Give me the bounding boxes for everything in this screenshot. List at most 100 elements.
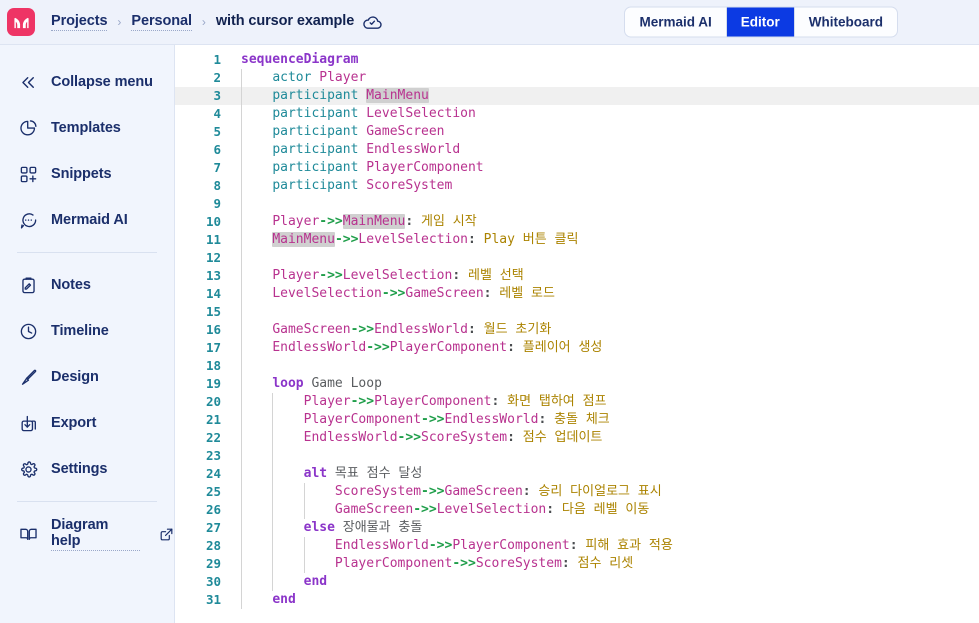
code-line[interactable]: 27 else 장애물과 충돌	[175, 519, 979, 537]
breadcrumb: Projects › Personal › with cursor exampl…	[51, 12, 383, 33]
code-line[interactable]: 28 EndlessWorld->>PlayerComponent: 피해 효과…	[175, 537, 979, 555]
code-line[interactable]: 4 participant LevelSelection	[175, 105, 979, 123]
code-line-content: alt 목표 점수 달성	[231, 465, 979, 483]
sidebar-item-snippets[interactable]: Snippets	[0, 151, 174, 197]
code-token: ->>	[350, 322, 375, 337]
sidebar-item-settings[interactable]: Settings	[0, 446, 174, 492]
code-token: :	[452, 268, 461, 283]
code-token: ->>	[413, 502, 437, 517]
code-line[interactable]: 18	[175, 357, 979, 375]
breadcrumb-item-projects[interactable]: Projects	[51, 13, 108, 31]
code-line[interactable]: 29 PlayerComponent->>ScoreSystem: 점수 리셋	[175, 555, 979, 573]
code-line-content: participant EndlessWorld	[231, 141, 979, 159]
code-token: LevelSelection	[436, 502, 547, 517]
code-editor[interactable]: 1 sequenceDiagram 2 actor Player 3 particip…	[175, 45, 979, 623]
code-token: 월드 초기화	[475, 322, 552, 337]
line-number: 27	[205, 520, 221, 535]
line-number: 4	[213, 106, 221, 121]
sidebar-item-mermaid-ai[interactable]: Mermaid AI	[0, 197, 174, 243]
code-line[interactable]: 12	[175, 249, 979, 267]
code-token: LevelSelection	[272, 286, 382, 301]
line-number: 12	[205, 250, 221, 265]
code-line-content: MainMenu->>LevelSelection: Play 버튼 클릭	[231, 231, 979, 249]
code-line-content: ScoreSystem->>GameScreen: 승리 다이얼로그 표시	[231, 483, 979, 501]
code-line[interactable]: 3 participant MainMenu	[175, 87, 979, 105]
code-line[interactable]: 13 Player->>LevelSelection: 레벨 선택	[175, 267, 979, 285]
code-line[interactable]: 31 end	[175, 591, 979, 609]
sidebar-item-label: Diagram help	[51, 517, 140, 551]
code-line[interactable]: 8 participant ScoreSystem	[175, 177, 979, 195]
tab-whiteboard[interactable]: Whiteboard	[795, 8, 897, 37]
code-token: 점수 업데이트	[514, 430, 603, 445]
code-line[interactable]: 30 end	[175, 573, 979, 591]
sidebar-item-diagram-help[interactable]: Diagram help	[0, 511, 174, 557]
sidebar-item-timeline[interactable]: Timeline	[0, 308, 174, 354]
code-line[interactable]: 9	[175, 195, 979, 213]
code-line[interactable]: 7 participant PlayerComponent	[175, 159, 979, 177]
code-line[interactable]: 25 ScoreSystem->>GameScreen: 승리 다이얼로그 표시	[175, 483, 979, 501]
line-number: 31	[205, 592, 221, 607]
tab-editor[interactable]: Editor	[726, 7, 795, 37]
code-line[interactable]: 21 PlayerComponent->>EndlessWorld: 충돌 체크	[175, 411, 979, 429]
code-line[interactable]: 22 EndlessWorld->>ScoreSystem: 점수 업데이트	[175, 429, 979, 447]
code-token: 레벨 선택	[460, 268, 524, 283]
code-token: PlayerComponent	[389, 340, 508, 355]
line-number: 8	[213, 178, 221, 193]
code-line[interactable]: 15	[175, 303, 979, 321]
code-line[interactable]: 6 participant EndlessWorld	[175, 141, 979, 159]
code-token: 점수 리셋	[569, 556, 634, 571]
code-line[interactable]: 23	[175, 447, 979, 465]
code-token: LevelSelection	[366, 106, 476, 121]
code-line[interactable]: 5 participant GameScreen	[175, 123, 979, 141]
code-line-content: actor Player	[231, 69, 979, 87]
mermaid-logo-icon[interactable]	[7, 8, 35, 36]
code-line[interactable]: 1 sequenceDiagram	[175, 51, 979, 69]
gear-icon	[17, 458, 39, 480]
code-token: GameScreen	[272, 322, 351, 337]
code-line-content: participant MainMenu	[231, 87, 979, 105]
code-line-content: Player->>PlayerComponent: 화면 탭하여 점프	[231, 393, 979, 411]
app-header: Projects › Personal › with cursor exampl…	[0, 0, 979, 45]
breadcrumb-item-personal[interactable]: Personal	[131, 13, 192, 31]
code-line[interactable]: 19 loop Game Loop	[175, 375, 979, 393]
tab-mermaid-ai[interactable]: Mermaid AI	[625, 7, 727, 37]
line-number: 5	[213, 124, 221, 139]
chevrons-left-icon	[17, 71, 39, 93]
code-line[interactable]: 14 LevelSelection->>GameScreen: 레벨 로드	[175, 285, 979, 303]
code-token: 화면 탭하여 점프	[499, 394, 607, 409]
chat-bubble-dots-icon	[17, 209, 39, 231]
sidebar-item-notes[interactable]: Notes	[0, 262, 174, 308]
sidebar-item-templates[interactable]: Templates	[0, 105, 174, 151]
code-token: ->>	[428, 538, 453, 553]
code-line[interactable]: 10 Player->>MainMenu: 게임 시작	[175, 213, 979, 231]
code-line-content: EndlessWorld->>PlayerComponent: 피해 효과 적용	[231, 537, 979, 555]
export-download-icon	[17, 412, 39, 434]
code-line[interactable]: 17 EndlessWorld->>PlayerComponent: 플레이어 …	[175, 339, 979, 357]
line-number: 28	[205, 538, 221, 553]
code-line[interactable]: 2 actor Player	[175, 69, 979, 87]
sidebar-item-collapse-menu[interactable]: Collapse menu	[0, 59, 174, 105]
sidebar-item-export[interactable]: Export	[0, 400, 174, 446]
line-number: 25	[205, 484, 221, 499]
line-number: 19	[205, 376, 221, 391]
code-line[interactable]: 16 GameScreen->>EndlessWorld: 월드 초기화	[175, 321, 979, 339]
sidebar-item-design[interactable]: Design	[0, 354, 174, 400]
templates-pie-icon	[17, 117, 39, 139]
code-token: 다음 레벨 이동	[554, 502, 650, 517]
code-line[interactable]: 20 Player->>PlayerComponent: 화면 탭하여 점프	[175, 393, 979, 411]
code-line[interactable]: 24 alt 목표 점수 달성	[175, 465, 979, 483]
code-line-content: PlayerComponent->>EndlessWorld: 충돌 체크	[231, 411, 979, 429]
code-line[interactable]: 11 MainMenu->>LevelSelection: Play 버튼 클릭	[175, 231, 979, 249]
breadcrumb-separator: ›	[117, 15, 122, 29]
line-number: 9	[213, 196, 221, 211]
breadcrumb-item-current-document[interactable]: with cursor example	[216, 13, 354, 31]
code-token: GameScreen	[444, 484, 523, 499]
line-number: 14	[205, 286, 221, 301]
code-line-content: end	[231, 573, 979, 591]
code-token: ->>	[319, 214, 343, 229]
code-line[interactable]: 26 GameScreen->>LevelSelection: 다음 레벨 이동	[175, 501, 979, 519]
code-token: ScoreSystem	[475, 556, 562, 571]
code-token: ->>	[366, 340, 390, 355]
code-token: sequenceDiagram	[241, 52, 359, 67]
code-line-content: Player->>LevelSelection: 레벨 선택	[231, 267, 979, 285]
